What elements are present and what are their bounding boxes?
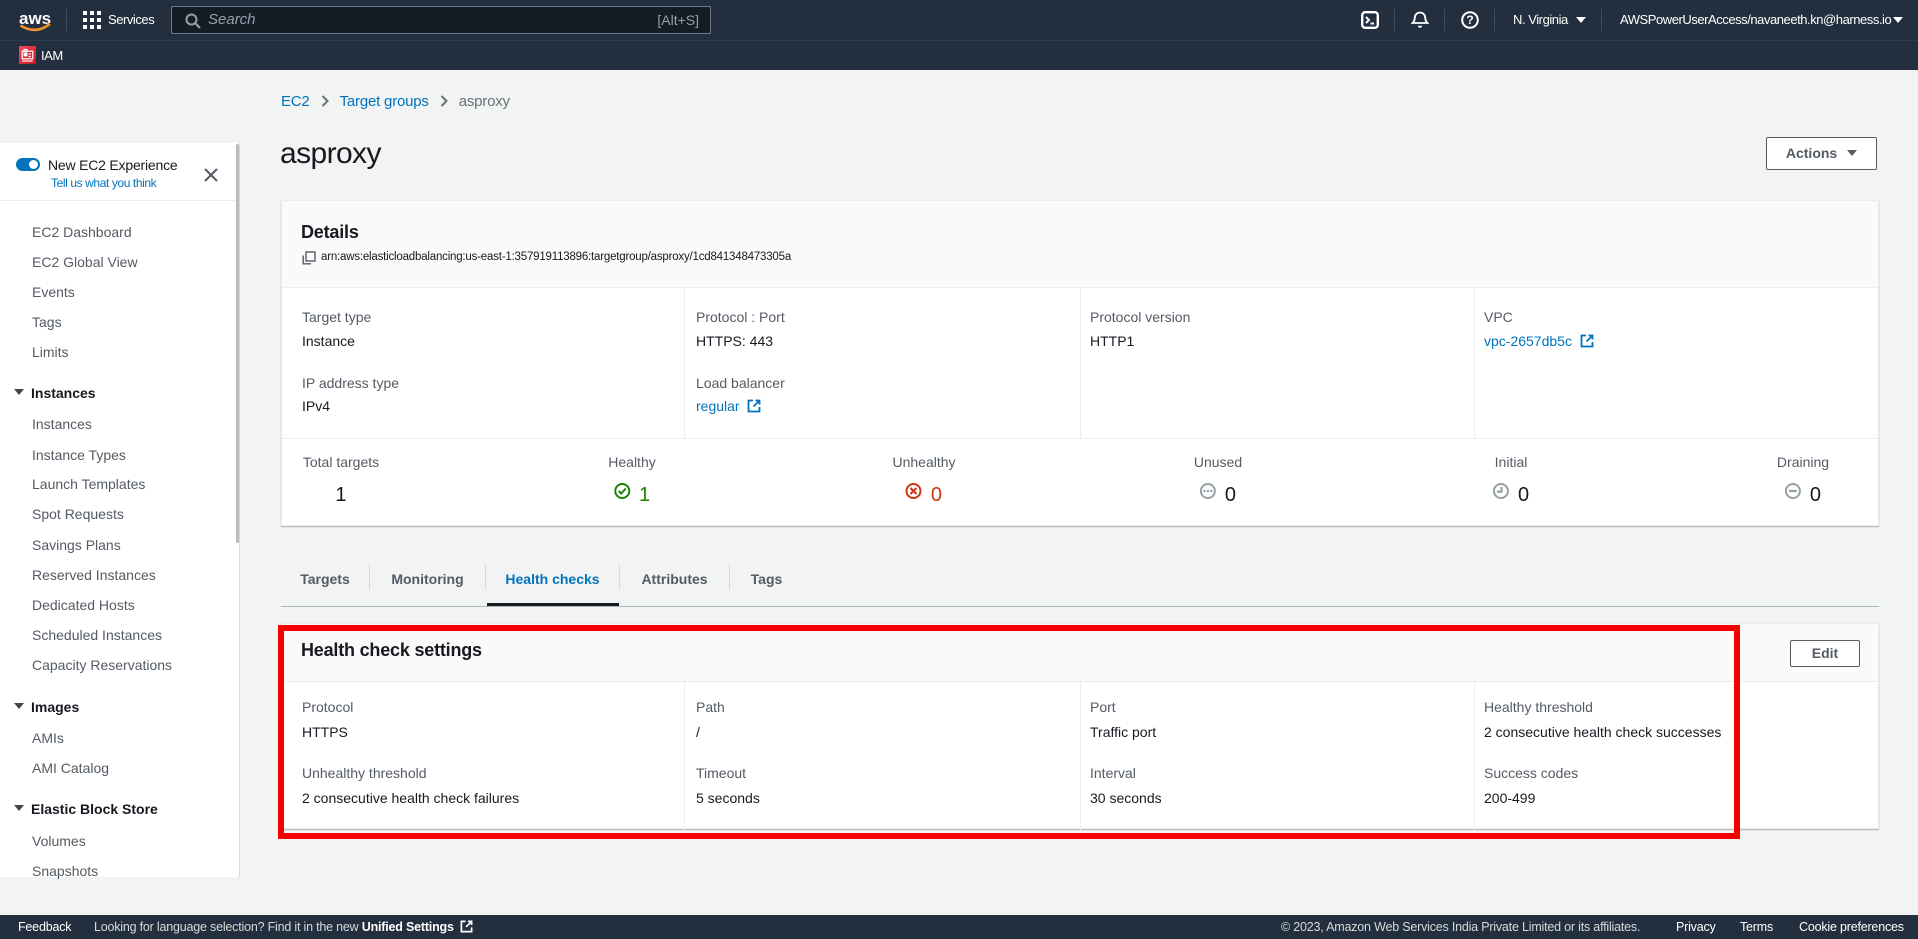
svg-text:?: ? <box>1466 13 1473 27</box>
